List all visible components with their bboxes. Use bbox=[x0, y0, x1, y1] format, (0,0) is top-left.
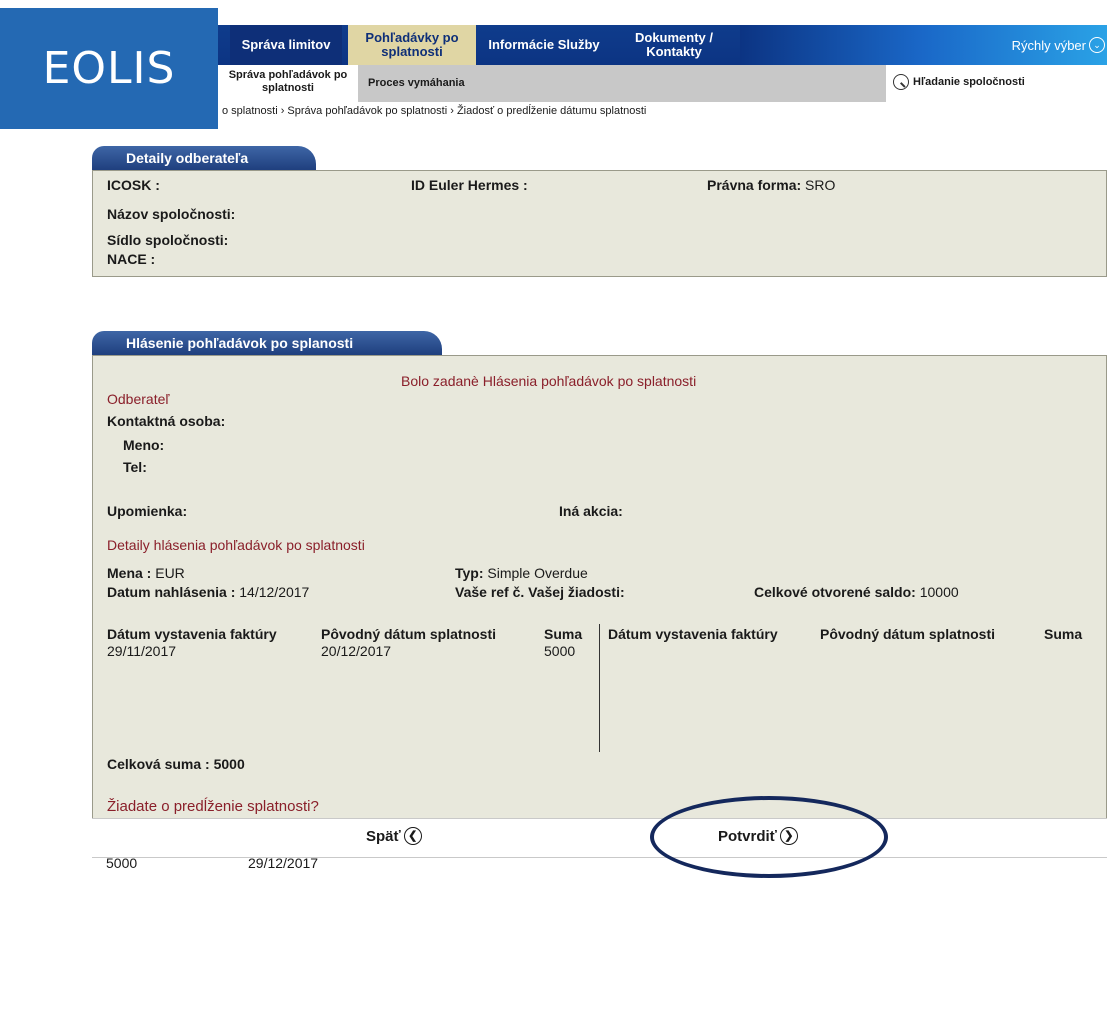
customer-details-panel: ICOSK : ID Euler Hermes : Právna forma: … bbox=[92, 170, 1107, 277]
legal-form-value: SRO bbox=[805, 177, 836, 193]
header-amount: Suma bbox=[544, 626, 583, 642]
tab-label: Správa limitov bbox=[241, 37, 331, 52]
subnav-item-overdue-management[interactable]: Správa pohľadávok po splatnosti bbox=[218, 65, 358, 102]
header-amount-right: Suma bbox=[1044, 626, 1083, 642]
report-date: Datum nahlásenia : 14/12/2017 bbox=[107, 584, 309, 600]
submitted-message: Bolo zadanè Hlásenia pohľadávok po splat… bbox=[401, 373, 697, 389]
logo-text: EOLIS bbox=[42, 43, 176, 94]
reminder-label: Upomienka: bbox=[107, 503, 188, 519]
open-balance-value: 10000 bbox=[919, 584, 959, 600]
header-issue-date: Dátum vystavenia faktúry bbox=[107, 626, 277, 642]
invoice-issue-date: 29/11/2017 bbox=[107, 643, 177, 659]
customer-section-heading: Odberateľ bbox=[107, 391, 170, 407]
report-panel: Bolo zadanè Hlásenia pohľadávok po splat… bbox=[92, 355, 1107, 819]
invoice-amount: 5000 bbox=[544, 643, 576, 659]
confirm-button[interactable]: Potvrdiť ❯ bbox=[712, 827, 804, 845]
your-reference-label: Vaše ref č. Vašej žiadosti: bbox=[455, 584, 625, 600]
chevron-left-icon: ❮ bbox=[403, 827, 422, 845]
chevron-right-icon: ❯ bbox=[779, 827, 798, 845]
open-balance-label: Celkové otvorené saldo: bbox=[754, 584, 916, 600]
contact-name-label: Meno: bbox=[123, 437, 165, 453]
chevron-down-icon: ⌄ bbox=[1089, 37, 1105, 53]
nace-label: NACE : bbox=[107, 251, 156, 267]
table-divider bbox=[599, 624, 600, 752]
company-name-label: Názov spoločnosti: bbox=[107, 206, 236, 222]
report-date-label: Datum nahlásenia : bbox=[107, 584, 236, 600]
tab-documents-contacts[interactable]: Dokumenty / Kontakty bbox=[606, 25, 742, 65]
other-action-label: Iná akcia: bbox=[559, 503, 623, 519]
tab-overdue-receivables[interactable]: Pohľadávky po splatnosti bbox=[348, 25, 476, 65]
type-label: Typ: bbox=[455, 565, 484, 581]
company-seat-label: Sídlo spoločnosti: bbox=[107, 232, 229, 248]
customer-details-tab: Detaily odberateľa bbox=[92, 146, 316, 170]
legal-form-label: Právna forma: bbox=[707, 177, 802, 193]
back-button[interactable]: Späť ❮ bbox=[360, 827, 428, 845]
search-link-label: Hľadanie spoločnosti bbox=[913, 76, 1025, 88]
header-original-due: Pôvodný dátum splatnosti bbox=[321, 626, 497, 642]
type-value: Simple Overdue bbox=[487, 565, 588, 581]
nav-tabs: Správa limitov Pohľadávky po splatnosti … bbox=[218, 25, 1107, 65]
contact-person-label: Kontaktná osoba: bbox=[107, 413, 226, 429]
currency-value: EUR bbox=[155, 565, 185, 581]
panel-title: Detaily odberateľa bbox=[126, 150, 249, 166]
back-label: Späť bbox=[366, 827, 401, 845]
icosk-label: ICOSK : bbox=[107, 177, 160, 193]
tab-label: Pohľadávky po splatnosti bbox=[365, 30, 459, 59]
open-balance: Celkové otvorené saldo: 10000 bbox=[754, 584, 959, 600]
euler-id-label: ID Euler Hermes : bbox=[411, 177, 528, 193]
tab-label: Dokumenty / Kontakty bbox=[634, 30, 713, 59]
report-tab: Hlásenie pohľadávok po splanosti bbox=[92, 331, 442, 355]
eolis-logo[interactable]: EOLIS bbox=[0, 8, 218, 129]
contact-phone-label: Tel: bbox=[123, 459, 147, 475]
total-amount: Celková suma : 5000 bbox=[107, 756, 245, 772]
breadcrumb: o splatnosti › Správa pohľadávok po spla… bbox=[222, 105, 647, 117]
subnav-label: Správa pohľadávok po splatnosti bbox=[228, 69, 348, 94]
panel-title: Hlásenie pohľadávok po splanosti bbox=[126, 335, 354, 351]
company-search-link[interactable]: Hľadanie spoločnosti bbox=[893, 74, 1025, 90]
currency: Mena : EUR bbox=[107, 565, 185, 581]
search-icon bbox=[893, 74, 909, 90]
invoice-original-due: 20/12/2017 bbox=[321, 643, 392, 659]
quick-select[interactable]: Rýchly výber ⌄ bbox=[1012, 25, 1107, 65]
currency-label: Mena : bbox=[107, 565, 152, 581]
tab-limit-management[interactable]: Správa limitov bbox=[230, 25, 342, 65]
quick-select-label: Rýchly výber bbox=[1011, 37, 1086, 53]
details-section-heading: Detaily hlásenia pohľadávok po splatnost… bbox=[107, 537, 365, 553]
action-bar bbox=[92, 818, 1107, 858]
tab-information-services[interactable]: Informácie Služby bbox=[486, 25, 602, 65]
report-date-value: 14/12/2017 bbox=[239, 584, 310, 600]
header-original-due-right: Pôvodný dátum splatnosti bbox=[820, 626, 996, 642]
extension-question: Žiadate o predĺženie splatnosti? bbox=[107, 798, 319, 815]
legal-form: Právna forma: SRO bbox=[707, 177, 835, 193]
type: Typ: Simple Overdue bbox=[455, 565, 588, 581]
subnav-label: Proces vymáhania bbox=[368, 77, 465, 89]
header-issue-date-right: Dátum vystavenia faktúry bbox=[608, 626, 778, 642]
subnav-item-collection-process[interactable]: Proces vymáhania bbox=[368, 65, 465, 102]
confirm-label: Potvrdiť bbox=[718, 827, 777, 845]
tab-label: Informácie Služby bbox=[488, 37, 600, 52]
